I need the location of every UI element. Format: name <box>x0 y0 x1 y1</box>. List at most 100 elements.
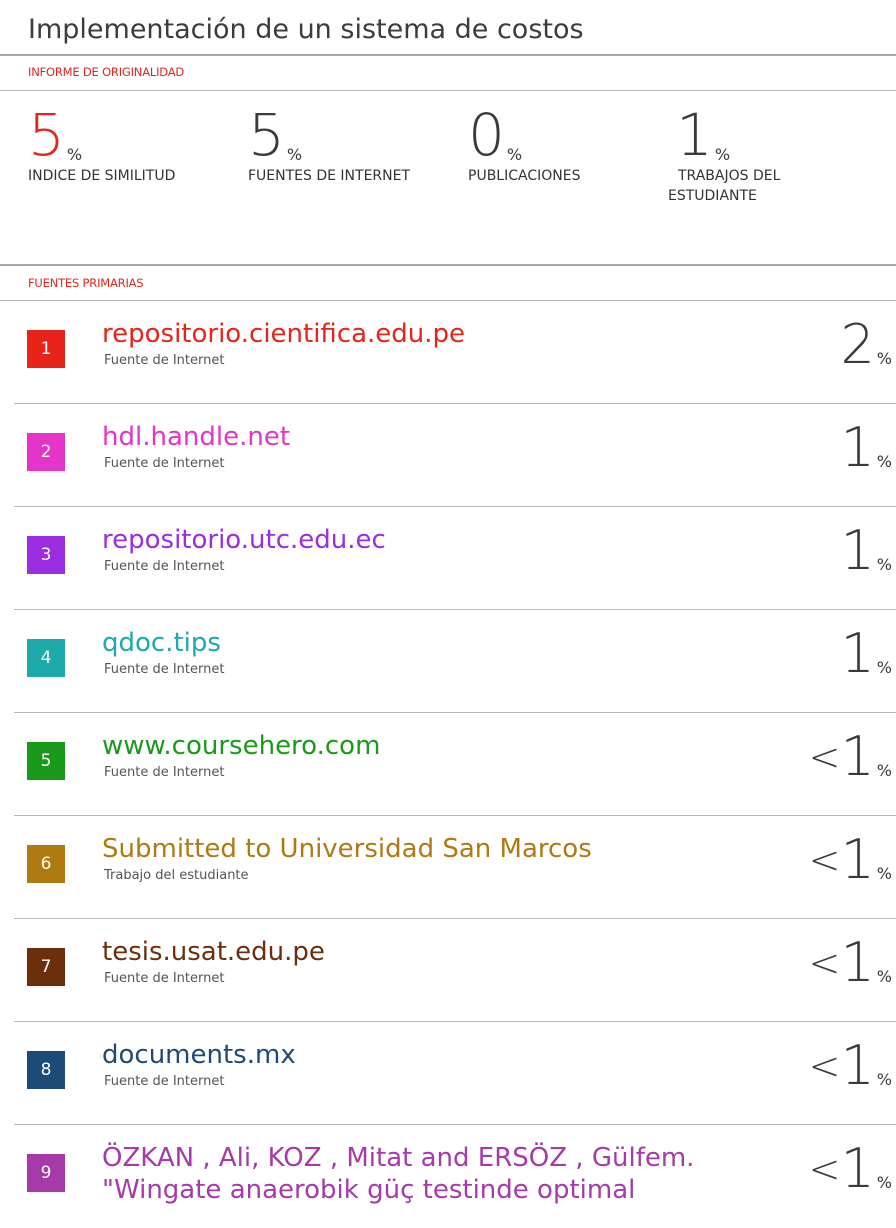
source-row[interactable]: 9 ÖZKAN , Ali, KOZ , Mitat and ERSÖZ , Gü… <box>0 1125 896 1228</box>
source-type: Fuente de Internet <box>104 353 225 368</box>
percent-unit: % <box>876 760 892 780</box>
source-rank-badge: 6 <box>27 845 65 883</box>
source-name[interactable]: hdl.handle.net <box>102 421 290 453</box>
source-name[interactable]: documents.mx <box>102 1039 296 1071</box>
source-row[interactable]: 3 repositorio.utc.edu.ec Fuente de Interne… <box>0 507 896 610</box>
source-type: Fuente de Internet <box>104 765 225 780</box>
percent-value: 2 <box>840 313 875 376</box>
source-row[interactable]: 5 www.coursehero.com Fuente de Internet <1% <box>0 713 896 816</box>
stat-label: TRABAJOS DEL <box>678 168 781 184</box>
percent-unit: % <box>876 348 892 368</box>
percent-value: 1 <box>840 725 875 788</box>
source-match-percent: <1% <box>809 830 892 890</box>
source-name[interactable]: qdoc.tips <box>102 627 221 659</box>
percent-unit: % <box>876 657 892 677</box>
stat-label: ESTUDIANTE <box>668 188 757 204</box>
percent-value: 1 <box>840 622 875 685</box>
report-label: INFORME DE ORIGINALIDAD <box>28 65 185 79</box>
percent-value: 1 <box>840 828 875 891</box>
stat-value: 5 <box>28 101 65 169</box>
source-match-percent: <1% <box>809 727 892 787</box>
source-name-line: repositorio.cientifica.edu.pe <box>102 319 466 349</box>
source-name-line: Submitted to Universidad San Marcos <box>102 834 592 864</box>
percent-unit: % <box>876 1069 892 1089</box>
divider <box>0 264 896 266</box>
source-match-percent: 2% <box>840 315 892 375</box>
source-name[interactable]: tesis.usat.edu.pe <box>102 936 325 968</box>
source-name[interactable]: ÖZKAN , Ali, KOZ , Mitat and ERSÖZ , Gül… <box>102 1142 694 1206</box>
stat-unit: % <box>286 145 303 164</box>
source-name-line: repositorio.utc.edu.ec <box>102 525 386 555</box>
percent-unit: % <box>876 863 892 883</box>
percent-unit: % <box>876 554 892 574</box>
source-name-line: ÖZKAN , Ali, KOZ , Mitat and ERSÖZ , Gül… <box>102 1143 695 1173</box>
source-name-line: documents.mx <box>102 1040 296 1070</box>
less-than-sign: < <box>808 735 841 779</box>
stat-value: 1 <box>676 101 713 169</box>
percent-value: 1 <box>840 416 875 479</box>
source-match-percent: 1% <box>840 418 892 478</box>
percent-value: 1 <box>840 519 875 582</box>
source-row[interactable]: 6 Submitted to Universidad San Marcos Trab… <box>0 816 896 919</box>
report-title: Implementación de un sistema de costos <box>28 14 584 45</box>
divider <box>0 90 896 91</box>
source-rank-badge: 4 <box>27 639 65 677</box>
source-type: Trabajo del estudiante <box>104 868 249 883</box>
source-name[interactable]: repositorio.utc.edu.ec <box>102 524 386 556</box>
source-match-percent: <1% <box>809 1036 892 1096</box>
source-name-line: hdl.handle.net <box>102 422 291 452</box>
stat-unit: % <box>714 145 731 164</box>
source-row[interactable]: 1 repositorio.cientifica.edu.pe Fuente de … <box>0 301 896 404</box>
stat-label: FUENTES DE INTERNET <box>248 168 411 184</box>
source-name[interactable]: repositorio.cientifica.edu.pe <box>102 318 465 350</box>
less-than-sign: < <box>808 941 841 985</box>
less-than-sign: < <box>808 838 841 882</box>
source-row[interactable]: 2 hdl.handle.net Fuente de Internet 1% <box>0 404 896 507</box>
stat-unit: % <box>506 145 523 164</box>
source-rank-badge: 8 <box>27 1051 65 1089</box>
source-type: Fuente de Internet <box>104 1074 225 1089</box>
stat-value: 5 <box>248 101 285 169</box>
source-type: Fuente de Internet <box>104 971 225 986</box>
stat-unit: % <box>66 145 83 164</box>
source-match-percent: <1% <box>809 1139 892 1199</box>
source-row[interactable]: 4 qdoc.tips Fuente de Internet 1% <box>0 610 896 713</box>
stat-similarity: 5% INDICE DE SIMILITUD <box>28 106 175 186</box>
stat-student-works: 1% TRABAJOS DEL ESTUDIANTE <box>668 106 780 206</box>
source-type: Fuente de Internet <box>104 662 225 677</box>
stat-label: INDICE DE SIMILITUD <box>28 168 176 184</box>
percent-value: 1 <box>840 931 875 994</box>
source-row[interactable]: 7 tesis.usat.edu.pe Fuente de Internet <1% <box>0 919 896 1022</box>
source-type: Fuente de Internet <box>104 456 225 471</box>
divider <box>0 54 896 56</box>
source-match-percent: <1% <box>809 933 892 993</box>
percent-value: 1 <box>840 1034 875 1097</box>
percent-unit: % <box>876 1172 892 1192</box>
source-name[interactable]: Submitted to Universidad San Marcos <box>102 833 592 865</box>
source-rank-badge: 2 <box>27 433 65 471</box>
stat-value: 0 <box>468 101 505 169</box>
primary-sources-label: FUENTES PRIMARIAS <box>28 276 144 290</box>
source-name-line: "Wingate anaerobik güç testinde optimal <box>102 1175 636 1205</box>
source-row[interactable]: 8 documents.mx Fuente de Internet <1% <box>0 1022 896 1125</box>
stat-label: PUBLICACIONES <box>468 168 581 184</box>
source-rank-badge: 7 <box>27 948 65 986</box>
source-name-line: www.coursehero.com <box>102 731 381 761</box>
source-rank-badge: 1 <box>27 330 65 368</box>
source-type: Fuente de Internet <box>104 559 225 574</box>
stat-publications: 0% PUBLICACIONES <box>468 106 580 186</box>
stat-internet: 5% FUENTES DE INTERNET <box>248 106 410 186</box>
source-rank-badge: 9 <box>27 1154 65 1192</box>
less-than-sign: < <box>808 1147 841 1191</box>
percent-value: 1 <box>840 1137 875 1200</box>
source-match-percent: 1% <box>840 521 892 581</box>
percent-unit: % <box>876 451 892 471</box>
less-than-sign: < <box>808 1044 841 1088</box>
source-match-percent: 1% <box>840 624 892 684</box>
source-name[interactable]: www.coursehero.com <box>102 730 380 762</box>
source-name-line: tesis.usat.edu.pe <box>102 937 325 967</box>
source-rank-badge: 3 <box>27 536 65 574</box>
source-name-line: qdoc.tips <box>102 628 221 658</box>
source-rank-badge: 5 <box>27 742 65 780</box>
percent-unit: % <box>876 966 892 986</box>
